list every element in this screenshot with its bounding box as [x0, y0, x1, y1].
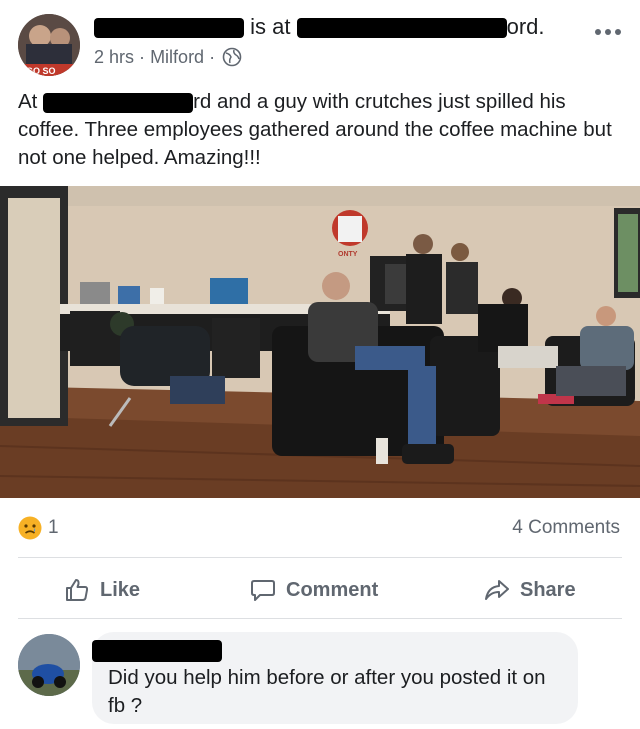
like-label: Like	[100, 578, 141, 601]
post-meta: 2 hrs · Milford ·	[94, 46, 242, 68]
redacted-commenter-name	[92, 640, 222, 662]
comment-bubble-icon	[251, 580, 275, 601]
author-avatar[interactable]: GO SO	[18, 14, 80, 76]
action-bar: Like Comment Share	[0, 566, 640, 616]
post-text-start: At	[18, 90, 38, 113]
post-text: At rd and a guy with crutches just spill…	[18, 88, 630, 172]
meta-separator-2: ·	[209, 46, 216, 67]
comments-count-link[interactable]: 4 Comments	[512, 517, 620, 539]
redacted-post-text	[43, 92, 194, 113]
reaction-count[interactable]: 1	[48, 517, 59, 539]
author-line: is at ord.	[94, 14, 545, 40]
more-options-icon[interactable]	[590, 22, 626, 42]
share-arrow-icon	[485, 580, 509, 600]
comment-label: Comment	[286, 578, 379, 601]
author-checkin-text: is at	[250, 14, 291, 39]
divider-top	[18, 557, 622, 558]
share-label: Share	[520, 578, 576, 601]
photo-sign-text: ONTY	[338, 251, 358, 258]
reactions-bar: 1 4 Comments	[0, 506, 640, 550]
post-photo[interactable]: ONTY	[0, 186, 640, 498]
post-time[interactable]: 2 hrs	[94, 47, 134, 67]
place-suffix[interactable]: ord.	[507, 14, 545, 39]
post-header: GO SO is at ord. 2 hrs · Milford ·	[0, 0, 640, 80]
comment-button[interactable]: Comment	[250, 572, 378, 608]
meta-separator: ·	[139, 46, 146, 67]
comment-text: Did you help him before or after you pos…	[108, 666, 546, 717]
sad-face-icon[interactable]	[18, 516, 42, 540]
share-button[interactable]: Share	[484, 572, 576, 608]
commenter-avatar[interactable]	[18, 634, 80, 696]
commenter-name[interactable]	[92, 640, 222, 662]
divider-bottom	[18, 618, 622, 619]
globe-icon[interactable]	[222, 47, 242, 67]
redacted-author-name	[94, 18, 244, 39]
redacted-place-name	[296, 18, 507, 39]
avatar-badge-text: GO SO	[26, 66, 56, 76]
post-location[interactable]: Milford	[150, 47, 204, 67]
like-button[interactable]: Like	[64, 572, 140, 608]
thumbs-up-icon	[66, 579, 89, 601]
